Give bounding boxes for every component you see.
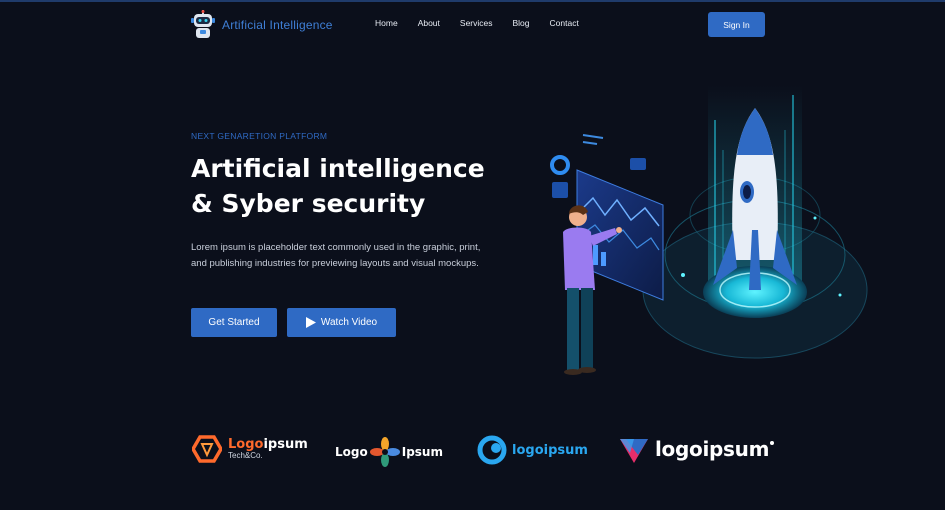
main-nav: Home About Services Blog Contact [375, 18, 599, 28]
pie-widget [550, 155, 570, 175]
get-started-button[interactable]: Get Started [191, 308, 277, 337]
hero-illustration [550, 85, 868, 375]
partner-logo-2: Logo Ipsum [335, 437, 443, 467]
widget-line [582, 134, 604, 139]
partner-logos: Logoipsum Tech&Co. Logo Ipsum logoipsum … [0, 425, 945, 475]
logo2-word-a: Logo [335, 445, 368, 459]
play-icon [305, 317, 316, 328]
sign-in-button[interactable]: Sign In [708, 12, 765, 37]
nav-blog[interactable]: Blog [513, 18, 530, 28]
headline-line-2: & Syber security [191, 189, 426, 218]
nav-services[interactable]: Services [460, 18, 493, 28]
sparkle [838, 293, 842, 297]
flower-icon [369, 437, 400, 467]
nav-about[interactable]: About [418, 18, 440, 28]
sparkle [813, 216, 817, 220]
nav-contact[interactable]: Contact [550, 18, 579, 28]
chart-widget [552, 182, 568, 198]
brand-logo[interactable]: Artificial Intelligence [191, 10, 333, 40]
screen-bar [601, 252, 606, 266]
headline-line-1: Artificial intelligence [191, 154, 485, 183]
watch-video-button[interactable]: Watch Video [287, 308, 396, 337]
watch-video-label: Watch Video [320, 317, 378, 328]
logo1-word-b: ipsum [263, 436, 308, 452]
widget-line [582, 141, 598, 145]
logo2-word-b: Ipsum [401, 445, 443, 459]
logo1-subtitle: Tech&Co. [228, 450, 263, 460]
partner-logo-1: Logoipsum Tech&Co. [192, 435, 308, 463]
robot-icon [191, 10, 215, 38]
partner-logo-3: logoipsum [477, 435, 588, 465]
site-header: Artificial Intelligence Home About Servi… [0, 0, 945, 50]
logo1-word-a: Logo [228, 436, 264, 452]
hero-description: Lorem ipsum is placeholder text commonly… [191, 242, 481, 269]
hero-headline: Artificial intelligence & Syber security [191, 151, 521, 221]
logo1-title: Logoipsum [228, 438, 308, 451]
triangle-icon [620, 439, 648, 463]
hexagon-icon [192, 435, 222, 463]
partner-logo-4: logoipsum [618, 433, 775, 465]
logo3-word: logoipsum [512, 442, 588, 458]
nav-home[interactable]: Home [375, 18, 398, 28]
sparkle [681, 273, 685, 277]
mini-widget [630, 158, 646, 170]
brand-name: Artificial Intelligence [222, 18, 333, 32]
screen-bar [593, 245, 598, 265]
logo4-dot [770, 441, 775, 445]
logo4-word: logoipsum [655, 437, 770, 461]
ring-icon [477, 435, 507, 465]
hero-eyebrow: NEXT GENARETION PLATFORM [191, 131, 328, 141]
